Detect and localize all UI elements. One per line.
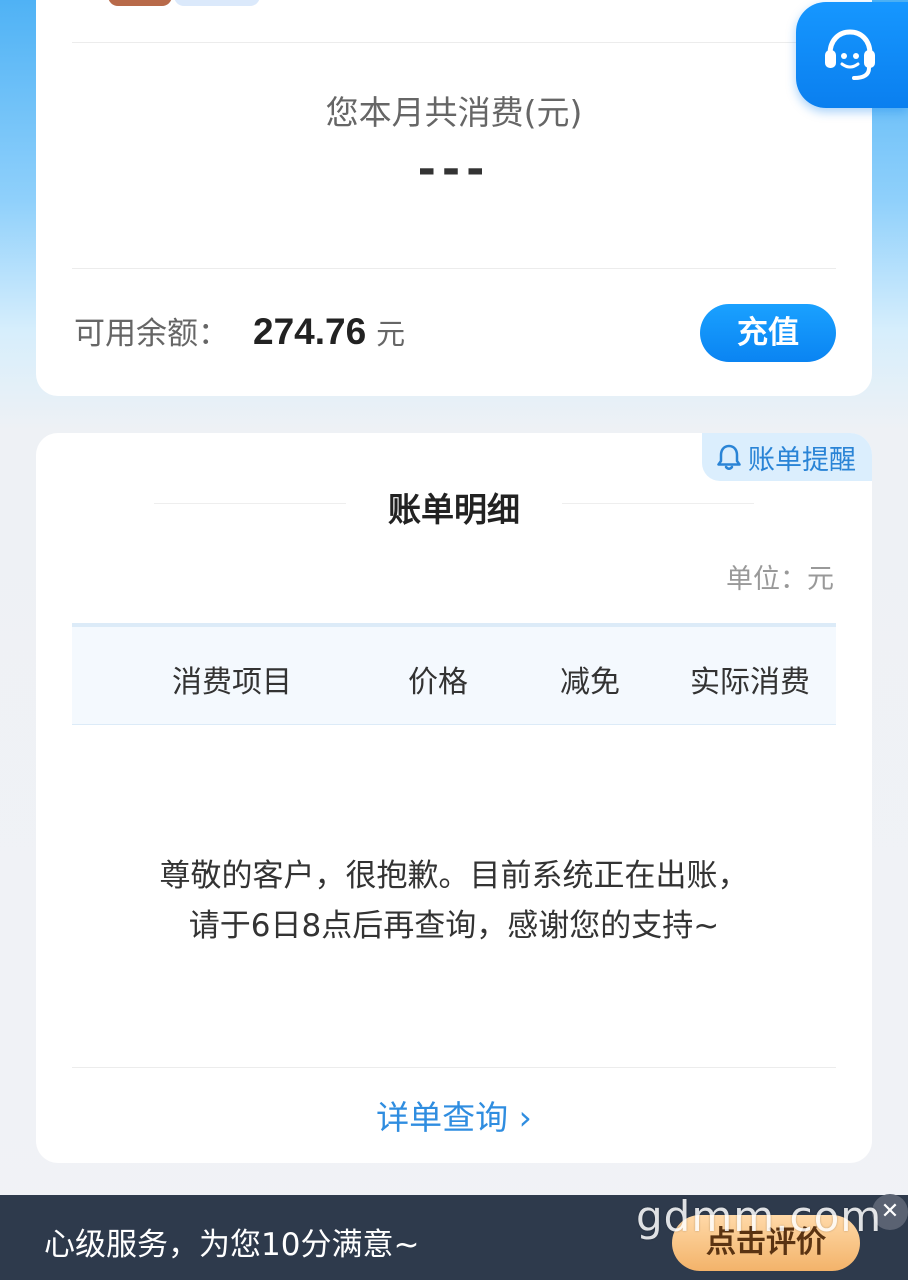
bell-icon [717,444,741,470]
recharge-button[interactable]: 充值 [700,304,836,362]
avatar[interactable] [108,0,172,6]
balance-label: 可用余额： [74,316,229,352]
empty-message-line: 尊敬的客户，很抱歉。目前系统正在出账， [159,858,749,894]
bill-detail-title: 账单明细 [388,490,520,529]
empty-message-line: 请于6日8点后再查询，感谢您的支持~ [188,908,720,944]
month-spend-value: --- [417,144,491,195]
headset-icon [825,29,875,80]
column-header: 实际消费 [690,665,810,700]
divider [72,1067,836,1068]
summary-card: 您本月共消费(元) --- 可用余额： 274.76 元 充值 [36,0,872,396]
bill-detail-card: 账单提醒 账单明细 单位：元 消费项目 价格 减免 实际消费 尊敬的客户，很抱歉… [36,433,872,1163]
divider [72,268,836,269]
balance-value: 274.76 [253,311,367,352]
balance-unit: 元 [376,317,406,351]
watermark: gdmm.com [636,1192,883,1241]
column-header: 减免 [560,665,620,700]
column-header: 价格 [408,665,468,700]
column-header: 消费项目 [172,665,292,700]
divider [72,42,836,43]
month-spend-label: 您本月共消费(元) [325,93,583,132]
level-badge [174,0,260,6]
empty-state-message: 尊敬的客户，很抱歉。目前系统正在出账， 请于6日8点后再查询，感谢您的支持~ [36,851,872,951]
banner-text: 心级服务，为您10分满意~ [44,1227,420,1263]
bill-reminder-label: 账单提醒 [748,444,856,476]
detailed-list-link[interactable]: 详单查询 › [36,1091,872,1139]
balance-row: 可用余额： 274.76 元 [74,308,405,353]
title-divider-right [562,503,754,504]
bill-table-header: 消费项目 价格 减免 实际消费 [72,623,836,725]
bill-reminder-button[interactable]: 账单提醒 [702,433,872,481]
unit-label: 单位：元 [726,564,834,595]
customer-service-button[interactable] [796,2,908,108]
